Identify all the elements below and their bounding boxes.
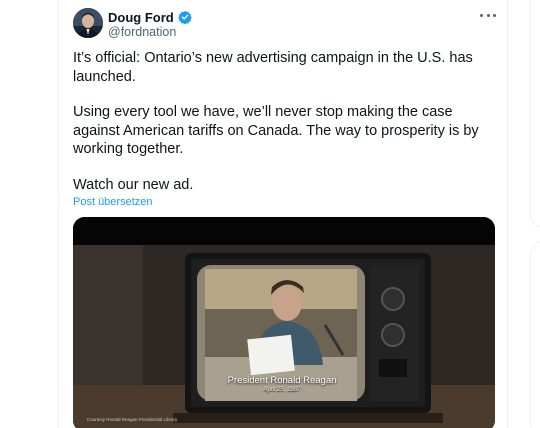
more-horizontal-icon[interactable] [480,10,496,20]
sidebar-card [530,0,540,228]
author-handle[interactable]: @fordnation [108,25,176,39]
video-caption-date: April 25, 1987 [263,387,301,393]
dot [493,13,496,17]
tweet-text-paragraph-3: Watch our new ad. [73,177,194,193]
dot [486,13,490,17]
sidebar-card [530,240,540,428]
author-name-row[interactable]: Doug Ford [108,8,192,26]
right-sidebar [508,0,540,428]
dot [480,13,483,17]
video-player[interactable]: President Ronald Reagan April 25, 1987 C… [73,217,495,428]
translate-post-link[interactable]: Post übersetzen [73,196,153,208]
verified-badge-icon[interactable] [177,10,192,25]
avatar[interactable] [73,8,103,38]
video-caption-name: President Ronald Reagan [227,375,337,386]
author-display-name[interactable]: Doug Ford [108,10,174,25]
video-frame [73,217,495,428]
tweet-text-paragraph-1: It’s official: Ontario’s new advertising… [73,50,473,85]
tweet-text-paragraph-2: Using every tool we have, we’ll never st… [73,104,479,157]
video-courtesy-text: Courtesy Ronald Reagan Presidential Libr… [87,417,178,422]
